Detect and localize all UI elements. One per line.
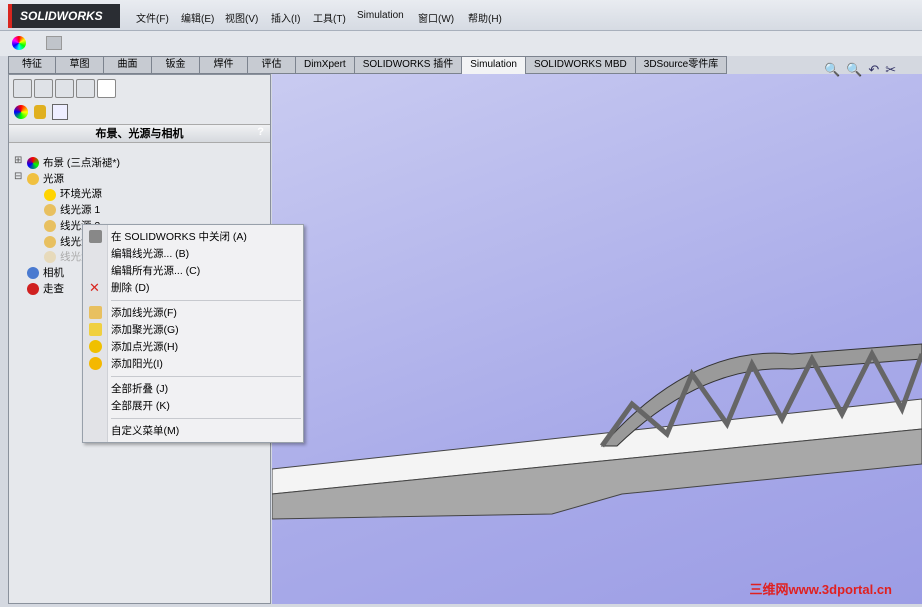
- tab-6[interactable]: DimXpert: [296, 56, 355, 74]
- tab-10[interactable]: 3DSource零件库: [635, 56, 728, 74]
- context-menu-item[interactable]: 编辑所有光源... (C): [111, 263, 200, 278]
- close-in-solidworks-icon: [89, 230, 102, 243]
- context-menu: 在 SOLIDWORKS 中关闭 (A) 编辑线光源... (B) 编辑所有光源..…: [82, 224, 304, 443]
- zoom-to-fit-icon[interactable]: 🔍: [824, 62, 840, 78]
- zoom-area-icon[interactable]: 🔍: [846, 62, 862, 78]
- tree-node-label: 相机: [43, 266, 64, 279]
- bridge-model: [271, 343, 922, 520]
- appearance-icon[interactable]: [12, 36, 26, 50]
- tree-node-label: 布景 (三点渐褪*): [43, 157, 120, 169]
- sun-icon: [89, 357, 102, 370]
- toolbar: [0, 31, 922, 56]
- dimxpert-tab[interactable]: [76, 79, 95, 98]
- panel-title: 布景、光源与相机: [9, 124, 270, 143]
- context-menu-item[interactable]: 编辑线光源... (B): [111, 246, 189, 261]
- context-menu-item[interactable]: 删除 (D): [111, 280, 150, 295]
- tab-5[interactable]: 评估: [248, 56, 296, 74]
- help-icon[interactable]: ?: [257, 126, 264, 138]
- feature-tree-tab[interactable]: [13, 79, 32, 98]
- section-view-icon[interactable]: ✂: [885, 62, 896, 78]
- watermark: 三维网www.3dportal.cn: [749, 582, 892, 597]
- context-menu-item[interactable]: 全部展开 (K): [111, 398, 170, 413]
- panel-tabs: [9, 75, 271, 101]
- tab-0[interactable]: 特征: [8, 56, 56, 74]
- decals-icon[interactable]: [34, 105, 46, 119]
- menu-separator: [111, 376, 301, 377]
- directional-light-icon: [44, 220, 56, 233]
- tree-node[interactable]: 相机: [27, 265, 64, 280]
- context-menu-item[interactable]: 全部折叠 (J): [111, 381, 168, 396]
- tab-4[interactable]: 焊件: [200, 56, 248, 74]
- point-light-icon: [89, 340, 102, 353]
- tab-7[interactable]: SOLIDWORKS 插件: [354, 56, 463, 74]
- tree-node[interactable]: ⊞ 布景 (三点渐褪*): [14, 155, 120, 170]
- menu-1[interactable]: 编辑(E): [181, 10, 214, 25]
- menu-4[interactable]: 工具(T): [313, 10, 346, 25]
- camera-icon: [27, 267, 39, 280]
- tree-node-label: 环境光源: [60, 188, 102, 201]
- context-menu-item[interactable]: 添加点光源(H): [111, 339, 178, 354]
- tab-3[interactable]: 钣金: [152, 56, 200, 74]
- command-manager-tabs: 特征 草图 曲面 钣金 焊件 评估 DimXpert SOLIDWORKS 插件 Simulat…: [8, 56, 728, 75]
- tree-node[interactable]: 环境光源: [44, 186, 102, 201]
- directional-light-icon: [44, 235, 56, 248]
- config-tab[interactable]: [55, 79, 74, 98]
- previous-view-icon[interactable]: ↶: [868, 62, 879, 78]
- menu-separator: [111, 418, 301, 419]
- property-tab[interactable]: [34, 79, 53, 98]
- directional-light-icon: [44, 204, 56, 217]
- tree-node-label: 光源: [43, 172, 64, 185]
- lights-folder-icon: [27, 172, 39, 185]
- delete-x-icon: ✕: [89, 280, 100, 295]
- scene-icon: [27, 157, 39, 170]
- tab-1[interactable]: 草图: [56, 56, 104, 74]
- tab-9[interactable]: SOLIDWORKS MBD: [525, 56, 636, 74]
- menu-separator: [111, 300, 301, 301]
- scene-lights-cameras-icon[interactable]: [52, 104, 68, 120]
- tree-node[interactable]: 线光源 1: [44, 202, 100, 217]
- solidworks-logo[interactable]: SOLIDWORKS: [8, 4, 120, 28]
- spot-light-icon: [89, 323, 102, 336]
- context-menu-item[interactable]: 添加聚光源(G): [111, 322, 179, 337]
- context-menu-item[interactable]: 添加线光源(F): [111, 305, 177, 320]
- tab-8[interactable]: Simulation: [462, 56, 526, 75]
- edit-scene-icon[interactable]: [46, 36, 62, 50]
- menu-5[interactable]: Simulation: [357, 10, 404, 21]
- tree-node-label: 线光源 1: [60, 204, 101, 217]
- tree-node-label: 走查: [43, 282, 64, 295]
- tab-2[interactable]: 曲面: [104, 56, 152, 74]
- graphics-viewport[interactable]: 🔍 🔍 ↶ ✂ 三维网www.3dportal.cn: [271, 62, 922, 604]
- directional-light-icon: [89, 306, 102, 319]
- tree-node[interactable]: 走查: [27, 281, 64, 296]
- context-menu-item[interactable]: 在 SOLIDWORKS 中关闭 (A): [111, 229, 247, 244]
- tree-node[interactable]: ⊟ 光源: [14, 171, 64, 186]
- menu-6[interactable]: 窗口(W): [418, 10, 454, 25]
- menu-2[interactable]: 视图(V): [225, 10, 258, 25]
- display-manager-tab[interactable]: [97, 79, 116, 98]
- bulb-icon: [44, 188, 56, 201]
- menu-0[interactable]: 文件(F): [136, 10, 169, 25]
- walkthrough-icon: [27, 282, 39, 295]
- expand-icon[interactable]: ⊞: [14, 155, 22, 166]
- context-menu-item[interactable]: 自定义菜单(M): [111, 423, 179, 438]
- menu-bar: SOLIDWORKS 文件(F) 编辑(E) 视图(V) 插入(I) 工具(T) Simu…: [0, 0, 922, 31]
- context-menu-item[interactable]: 添加阳光(I): [111, 356, 163, 371]
- menu-7[interactable]: 帮助(H): [468, 10, 502, 25]
- appearances-icon[interactable]: [14, 105, 28, 119]
- menu-3[interactable]: 插入(I): [271, 10, 300, 25]
- directional-light-icon: [44, 251, 56, 264]
- collapse-icon[interactable]: ⊟: [14, 171, 22, 182]
